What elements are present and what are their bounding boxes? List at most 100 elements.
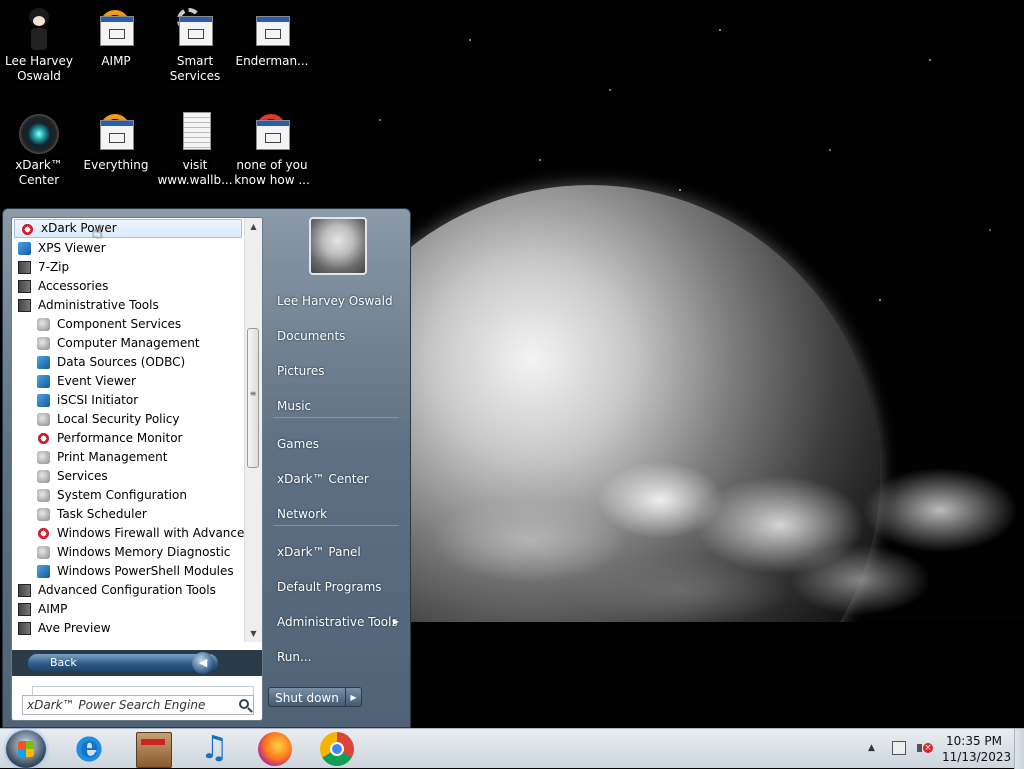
security-policy-icon bbox=[37, 413, 50, 426]
program-item[interactable]: Performance Monitor bbox=[12, 429, 244, 448]
xdark-power-icon bbox=[21, 223, 34, 236]
folder-icon bbox=[18, 603, 31, 616]
program-item[interactable]: Computer Management bbox=[12, 334, 244, 353]
program-item[interactable]: 7-Zip bbox=[12, 258, 244, 277]
menu-separator bbox=[273, 525, 399, 526]
start-button[interactable] bbox=[6, 730, 46, 768]
start-menu: xDark Power XPS Viewer 7-Zip Accessories Adm… bbox=[2, 208, 411, 728]
start-menu-right-item[interactable]: Games bbox=[263, 429, 403, 459]
program-item-label: iSCSI Initiator bbox=[57, 393, 139, 407]
scroll-up-arrow-icon[interactable]: ▲ bbox=[245, 218, 262, 235]
desktop-icon-lee-harvey-oswald[interactable]: Lee Harvey Oswald bbox=[1, 8, 77, 84]
program-item[interactable]: XPS Viewer bbox=[12, 239, 244, 258]
desktop-icon-none-of-you[interactable]: none of you know how ... bbox=[234, 112, 310, 188]
desktop-icon-visit-wallb[interactable]: visit www.wallb... bbox=[157, 112, 233, 188]
program-item[interactable]: System Configuration bbox=[12, 486, 244, 505]
shutdown-button[interactable]: Shut down bbox=[268, 687, 346, 707]
program-item-label: Administrative Tools bbox=[38, 298, 159, 312]
right-item-label: Music bbox=[277, 399, 312, 413]
program-item[interactable]: xDark Power bbox=[14, 219, 242, 238]
xps-viewer-icon bbox=[18, 242, 31, 255]
start-menu-right-item[interactable]: Documents bbox=[263, 321, 403, 351]
everything-icon bbox=[94, 112, 138, 156]
program-item-label: Event Viewer bbox=[57, 374, 136, 388]
program-item-label: System Configuration bbox=[57, 488, 187, 502]
search-box[interactable] bbox=[22, 695, 254, 715]
scroll-down-arrow-icon[interactable]: ▼ bbox=[245, 625, 262, 642]
system-config-icon bbox=[37, 489, 50, 502]
clock[interactable]: 10:35 PM 11/13/2023 bbox=[942, 733, 1011, 765]
start-menu-right-item[interactable]: Default Programs bbox=[263, 572, 403, 602]
desktop-icon-label: xDark™ Center bbox=[15, 158, 63, 187]
program-item[interactable]: Windows Memory Diagnostic bbox=[12, 543, 244, 562]
shutdown-label: Shut down bbox=[275, 691, 339, 705]
volume-muted-icon[interactable] bbox=[916, 740, 933, 756]
show-hidden-icons-icon[interactable]: ▲ bbox=[868, 743, 875, 753]
taskbar-chrome-icon[interactable] bbox=[320, 732, 354, 766]
program-item[interactable]: Services bbox=[12, 467, 244, 486]
program-item[interactable]: Local Security Policy bbox=[12, 410, 244, 429]
program-item-label: Performance Monitor bbox=[57, 431, 183, 445]
right-item-label: Network bbox=[277, 507, 328, 521]
program-item[interactable]: Data Sources (ODBC) bbox=[12, 353, 244, 372]
computer-management-icon bbox=[37, 337, 50, 350]
program-item[interactable]: Advanced Configuration Tools bbox=[12, 581, 244, 600]
desktop-icon-label: Lee Harvey Oswald bbox=[5, 54, 73, 83]
desktop-icon-label: none of you know how ... bbox=[234, 158, 310, 187]
back-arrow-icon[interactable]: ◀ bbox=[192, 652, 214, 674]
taskbar-ie-icon[interactable] bbox=[72, 730, 106, 766]
program-item[interactable]: Accessories bbox=[12, 277, 244, 296]
desktop-icon-aimp[interactable]: AIMP bbox=[78, 8, 154, 69]
desktop-icon-smart-services[interactable]: Smart Services bbox=[157, 8, 233, 84]
xdark-orb-icon bbox=[17, 112, 61, 156]
taskbar-firefox-icon[interactable] bbox=[258, 732, 292, 766]
start-menu-right-item[interactable]: Run... bbox=[263, 642, 403, 672]
firewall-icon bbox=[37, 527, 50, 540]
search-icon[interactable] bbox=[239, 699, 249, 709]
back-button[interactable]: Back bbox=[28, 654, 218, 672]
program-item[interactable]: Task Scheduler bbox=[12, 505, 244, 524]
aimp-icon bbox=[94, 8, 138, 52]
right-item-label: Games bbox=[277, 437, 319, 451]
desktop-icon-xdark-center[interactable]: xDark™ Center bbox=[1, 112, 77, 188]
program-item[interactable]: Event Viewer bbox=[12, 372, 244, 391]
start-menu-right-item[interactable]: xDark™ Center bbox=[263, 464, 403, 494]
taskbar-music-note-icon[interactable] bbox=[196, 728, 230, 766]
program-item-label: Ave Preview bbox=[38, 621, 111, 635]
desktop-icon-everything[interactable]: Everything bbox=[78, 112, 154, 173]
program-item[interactable]: Administrative Tools bbox=[12, 296, 244, 315]
shutdown-options-arrow-icon[interactable]: ▶ bbox=[346, 687, 362, 707]
desktop-icon-enderman[interactable]: Enderman... bbox=[234, 8, 310, 69]
start-menu-right-item[interactable]: Lee Harvey Oswald bbox=[263, 286, 403, 316]
user-avatar[interactable] bbox=[309, 217, 367, 275]
show-desktop-button[interactable] bbox=[1014, 729, 1024, 769]
program-item-label: 7-Zip bbox=[38, 260, 70, 274]
user-doll-icon bbox=[17, 8, 61, 52]
desktop-icon-label: Smart Services bbox=[169, 54, 221, 83]
gear-icon bbox=[173, 8, 217, 52]
network-icon[interactable] bbox=[892, 741, 906, 755]
start-menu-right-item[interactable]: Administrative Tools ▶ bbox=[263, 607, 403, 637]
program-item[interactable]: Print Management bbox=[12, 448, 244, 467]
taskbar-box-icon[interactable] bbox=[136, 732, 172, 768]
red-ring-icon bbox=[250, 112, 294, 156]
start-menu-right-item[interactable]: Pictures bbox=[263, 356, 403, 386]
program-item[interactable]: iSCSI Initiator bbox=[12, 391, 244, 410]
program-item[interactable]: Component Services bbox=[12, 315, 244, 334]
programs-scrollbar[interactable]: ▲ ≡ ▼ bbox=[244, 218, 262, 642]
submenu-arrow-icon: ▶ bbox=[392, 617, 399, 626]
start-menu-right-item[interactable]: xDark™ Panel bbox=[263, 537, 403, 567]
program-item-label: AIMP bbox=[38, 602, 68, 616]
program-item-label: Windows Firewall with Advanced Se bbox=[57, 526, 244, 540]
folder-icon bbox=[18, 280, 31, 293]
program-item[interactable]: Windows PowerShell Modules bbox=[12, 562, 244, 581]
desktop-icon-label: Enderman... bbox=[235, 54, 309, 68]
program-item-label: Task Scheduler bbox=[57, 507, 147, 521]
search-input[interactable] bbox=[23, 696, 241, 714]
program-item[interactable]: Windows Firewall with Advanced Se bbox=[12, 524, 244, 543]
desktop-icon-label: AIMP bbox=[101, 54, 131, 68]
program-item[interactable]: Ave Preview bbox=[12, 619, 244, 638]
program-item[interactable]: AIMP bbox=[12, 600, 244, 619]
scrollbar-thumb[interactable]: ≡ bbox=[247, 328, 259, 468]
right-item-label: Default Programs bbox=[277, 580, 382, 594]
